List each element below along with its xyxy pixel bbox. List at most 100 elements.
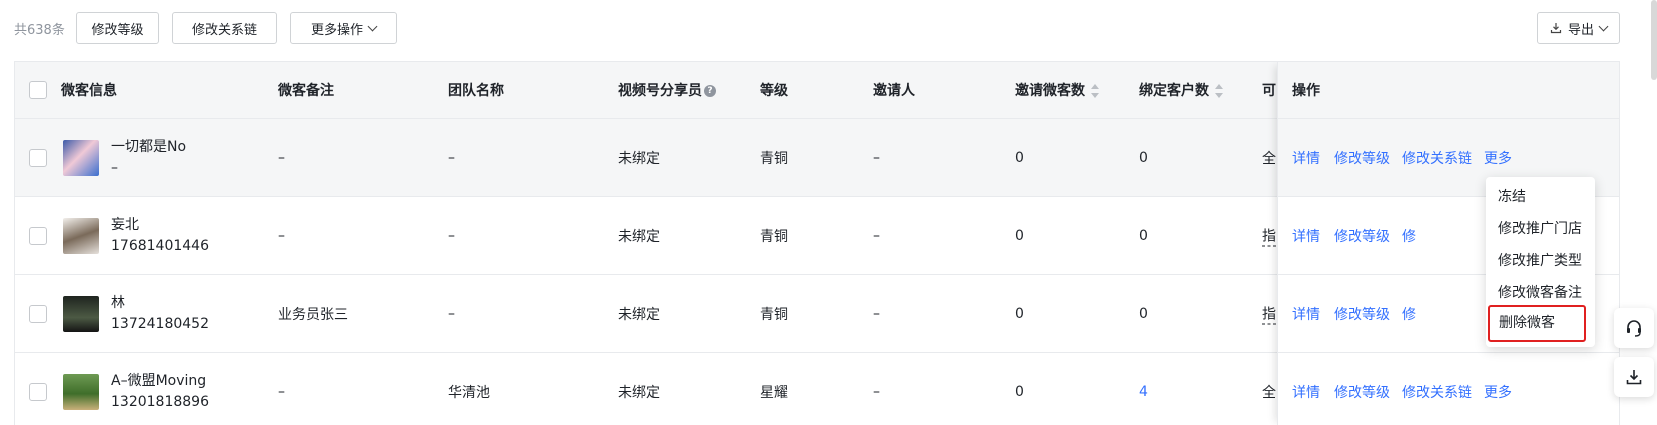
col-invite-count-label: 邀请微客数 bbox=[1015, 83, 1085, 99]
col-info: 微客信息 bbox=[61, 83, 117, 99]
chevron-down-icon bbox=[1598, 21, 1609, 31]
select-all-checkbox[interactable] bbox=[29, 81, 47, 99]
row-checkbox[interactable] bbox=[29, 304, 47, 323]
cell-level: 青铜 bbox=[760, 150, 788, 167]
avatar bbox=[63, 373, 99, 410]
detail-link[interactable]: 详情 bbox=[1292, 382, 1320, 402]
detail-link[interactable]: 详情 bbox=[1292, 226, 1320, 246]
menu-item-modify-type[interactable]: 修改推广类型 bbox=[1486, 245, 1595, 277]
user-info: 林 13724180452 bbox=[111, 293, 209, 335]
row-checkbox[interactable] bbox=[29, 148, 47, 167]
modify-level-link[interactable]: 修改等级 bbox=[1334, 226, 1390, 246]
sort-icon[interactable] bbox=[1215, 83, 1223, 99]
user-phone: – bbox=[111, 159, 118, 176]
col-ops: 操作 bbox=[1292, 83, 1320, 99]
menu-item-modify-store[interactable]: 修改推广门店 bbox=[1486, 213, 1595, 245]
batch-modify-level-label: 修改等级 bbox=[91, 22, 144, 38]
cell-remark: 业务员张三 bbox=[278, 306, 348, 323]
detail-link[interactable]: 详情 bbox=[1292, 148, 1320, 168]
more-dropdown-menu: 冻结 修改推广门店 修改推广类型 修改微客备注 删除微客 bbox=[1486, 177, 1595, 347]
cell-visible[interactable]: 指 bbox=[1262, 303, 1276, 324]
row-checkbox[interactable] bbox=[29, 382, 47, 401]
batch-modify-level-button[interactable]: 修改等级 bbox=[76, 12, 159, 44]
user-name: 妄北 bbox=[111, 216, 139, 233]
download-icon bbox=[1550, 23, 1562, 34]
col-video-label: 视频号分享员 bbox=[618, 83, 702, 99]
col-invite-count[interactable]: 邀请微客数 bbox=[1015, 80, 1099, 100]
cell-bind-count: 0 bbox=[1139, 305, 1148, 322]
user-name: 林 bbox=[111, 294, 125, 311]
sort-icon[interactable] bbox=[1091, 83, 1099, 99]
col-bind-count-label: 绑定客户数 bbox=[1139, 83, 1209, 99]
user-name: A–微盟Moving bbox=[111, 372, 207, 389]
user-info: 妄北 17681401446 bbox=[111, 215, 209, 257]
customer-service-button[interactable] bbox=[1614, 308, 1654, 348]
cell-invite-count: 0 bbox=[1015, 227, 1024, 244]
cell-level: 青铜 bbox=[760, 306, 788, 323]
ops-row: 详情 修改等级 修改关系链 更多 bbox=[1278, 353, 1619, 425]
cell-visible: 全 bbox=[1262, 150, 1276, 167]
col-video: 视频号分享员? bbox=[618, 80, 716, 100]
avatar bbox=[63, 139, 99, 176]
headset-icon bbox=[1627, 320, 1641, 337]
modify-chain-link[interactable]: 修改关系链 bbox=[1402, 148, 1472, 168]
cell-inviter: – bbox=[873, 149, 880, 166]
row-checkbox[interactable] bbox=[29, 226, 47, 245]
col-inviter: 邀请人 bbox=[873, 83, 915, 99]
cell-level: 青铜 bbox=[760, 228, 788, 245]
cell-bind-count-link[interactable]: 4 bbox=[1139, 384, 1148, 400]
more-link[interactable]: 更多 bbox=[1484, 382, 1512, 402]
cell-team: – bbox=[448, 149, 455, 166]
cell-inviter: – bbox=[873, 383, 880, 400]
modify-chain-link[interactable]: 修 bbox=[1402, 226, 1416, 246]
cell-inviter: – bbox=[873, 227, 880, 244]
cell-video: 未绑定 bbox=[618, 228, 660, 245]
user-info: A–微盟Moving 13201818896 bbox=[111, 371, 209, 413]
more-actions-button[interactable]: 更多操作 bbox=[290, 12, 397, 44]
user-name: 一切都是No bbox=[111, 138, 187, 155]
modify-chain-link[interactable]: 修 bbox=[1402, 304, 1416, 324]
cell-bind-count: 0 bbox=[1139, 227, 1148, 244]
toolbar: 共638条 修改等级 修改关系链 更多操作 导出 bbox=[0, 0, 1657, 58]
cell-video: 未绑定 bbox=[618, 150, 660, 167]
batch-modify-chain-label: 修改关系链 bbox=[191, 22, 257, 38]
cell-visible: 全 bbox=[1262, 384, 1276, 401]
menu-item-freeze[interactable]: 冻结 bbox=[1486, 181, 1595, 213]
scrollbar[interactable] bbox=[1651, 0, 1657, 80]
help-icon[interactable]: ? bbox=[704, 85, 716, 97]
export-button[interactable]: 导出 bbox=[1537, 12, 1620, 44]
user-phone: 13724180452 bbox=[111, 315, 209, 332]
download-icon bbox=[1626, 370, 1642, 385]
user-phone: 13201818896 bbox=[111, 393, 209, 410]
cell-remark: – bbox=[278, 227, 285, 244]
cell-invite-count: 0 bbox=[1015, 383, 1024, 400]
modify-level-link[interactable]: 修改等级 bbox=[1334, 148, 1390, 168]
avatar bbox=[63, 217, 99, 254]
cell-team: – bbox=[448, 227, 455, 244]
menu-item-delete[interactable]: 删除微客 bbox=[1488, 305, 1586, 342]
cell-team: 华清池 bbox=[448, 384, 490, 401]
ops-header: 操作 bbox=[1278, 62, 1619, 119]
cell-video: 未绑定 bbox=[618, 384, 660, 401]
cell-bind-count: 0 bbox=[1139, 149, 1148, 166]
more-link[interactable]: 更多 bbox=[1484, 148, 1512, 168]
user-phone: 17681401446 bbox=[111, 237, 209, 254]
avatar bbox=[63, 295, 99, 332]
modify-chain-link[interactable]: 修改关系链 bbox=[1402, 382, 1472, 402]
cell-remark: – bbox=[278, 383, 285, 400]
download-float-button[interactable] bbox=[1614, 357, 1654, 397]
col-team: 团队名称 bbox=[448, 83, 504, 99]
cell-team: – bbox=[448, 305, 455, 322]
user-info: 一切都是No – bbox=[111, 137, 186, 179]
col-bind-count[interactable]: 绑定客户数 bbox=[1139, 80, 1223, 100]
batch-modify-chain-button[interactable]: 修改关系链 bbox=[172, 12, 277, 44]
total-count: 共638条 bbox=[14, 23, 65, 38]
col-level: 等级 bbox=[760, 83, 788, 99]
cell-visible[interactable]: 指 bbox=[1262, 225, 1276, 246]
cell-invite-count: 0 bbox=[1015, 149, 1024, 166]
modify-level-link[interactable]: 修改等级 bbox=[1334, 304, 1390, 324]
data-table: 微客信息 微客备注 团队名称 视频号分享员? 等级 邀请人 邀请微客数 绑定客户… bbox=[14, 61, 1620, 425]
detail-link[interactable]: 详情 bbox=[1292, 304, 1320, 324]
cell-inviter: – bbox=[873, 305, 880, 322]
modify-level-link[interactable]: 修改等级 bbox=[1334, 382, 1390, 402]
